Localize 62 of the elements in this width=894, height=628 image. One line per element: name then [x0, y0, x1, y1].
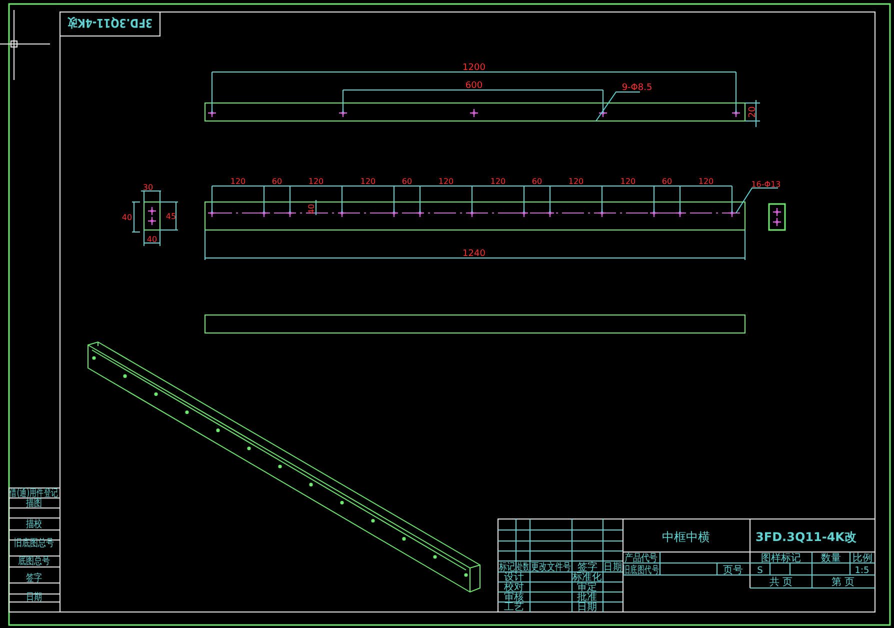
table-cell: S — [757, 566, 763, 576]
table-label: 工艺 — [504, 602, 524, 613]
leader-line — [736, 188, 778, 214]
table-label: 描图 — [26, 498, 42, 510]
table-header: 标记 — [499, 562, 515, 574]
dimension-text: 600 — [465, 81, 483, 91]
table-header: 数量 — [821, 553, 841, 564]
table-cell: 第 页 — [831, 577, 855, 588]
table-label: 页号 — [723, 565, 743, 576]
dimension-text: 120 — [620, 177, 636, 186]
dimension-text: 40 — [146, 235, 158, 244]
drawing-number-text: 3FD.3Q11-4K改 — [756, 530, 856, 544]
dimension-text: 120 — [360, 177, 376, 186]
table-header: 比例 — [852, 553, 872, 564]
table-header: 更改文件号 — [531, 562, 571, 574]
table-label: 签字 — [26, 573, 42, 584]
table-label: 校对 — [504, 582, 524, 593]
table-label: 审核 — [504, 592, 524, 603]
table-label: 旧底图代号 — [622, 564, 660, 576]
table-label: 产品代号 — [624, 552, 658, 564]
end-view-drawing — [768, 203, 786, 231]
dimension-text: 60 — [402, 177, 412, 186]
dimension-text: 60 — [532, 177, 542, 186]
table-label: 旧底图总号 — [14, 538, 54, 550]
table-label: 标准化 — [572, 572, 602, 584]
table-label: 设计 — [504, 572, 524, 583]
table-cell: 共 页 — [769, 577, 793, 588]
dimension-text: 120 — [698, 177, 714, 186]
dimension-text: 30 — [142, 183, 154, 192]
part-name-text: 中框中横 — [662, 530, 710, 544]
dimension-text: 120 — [230, 177, 246, 186]
dimension-line — [744, 100, 760, 128]
dimension-text: 120 — [438, 177, 454, 186]
table-header: 日期 — [604, 562, 622, 574]
table-label: 底图总号 — [18, 556, 50, 568]
dimension-text: 60 — [662, 177, 672, 186]
dimension-text: 40 — [307, 204, 316, 214]
table-label: 描校 — [26, 519, 42, 530]
crosshair-cursor-icon — [0, 10, 50, 80]
table-header: 图样标记 — [761, 553, 801, 564]
table-label: 审定 — [577, 582, 597, 593]
table-header: 处数 — [517, 560, 529, 572]
dimension-text: 20 — [748, 106, 758, 118]
dimension-text: 1200 — [462, 63, 486, 73]
table-cell: 1:5 — [854, 566, 870, 576]
dimension-text: 45 — [166, 212, 176, 221]
dimension-text: 120 — [308, 177, 324, 186]
dimension-text: 120 — [490, 177, 506, 186]
callout-text: 9-Φ8.5 — [622, 83, 652, 93]
table-label: 批准 — [577, 592, 597, 603]
table-label: 日期 — [577, 602, 597, 613]
table-header: 签字 — [578, 562, 598, 573]
leader-line — [596, 92, 640, 122]
section-view-drawing — [132, 190, 178, 246]
callout-text: 16-Φ13 — [751, 180, 781, 189]
dimension-text: 1240 — [462, 249, 486, 259]
dimension-text: 60 — [272, 177, 282, 186]
dimension-text: 40 — [122, 213, 132, 222]
dimension-text: 120 — [568, 177, 584, 186]
drawing-number-text: 3FD.3Q11-4K改 — [68, 16, 152, 30]
table-label: 日期 — [26, 592, 42, 604]
table-label: 借(通)用件登记 — [10, 488, 58, 500]
